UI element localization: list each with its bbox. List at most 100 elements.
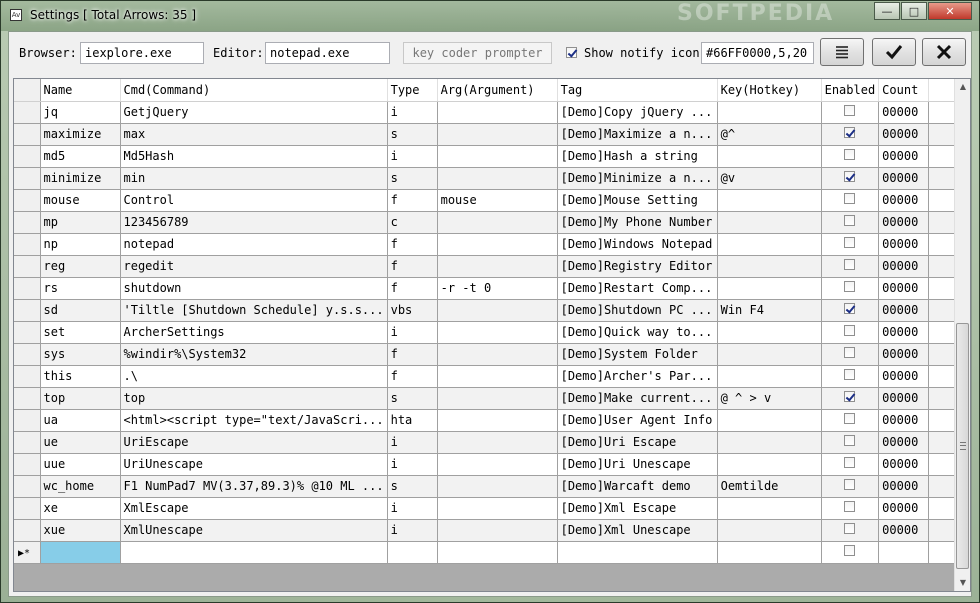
column-header-enabled[interactable]: Enabled bbox=[821, 79, 880, 102]
cell-cmd[interactable]: XmlEscape bbox=[120, 497, 388, 520]
cell-count[interactable]: 00000 bbox=[878, 233, 930, 256]
cell-name[interactable]: md5 bbox=[40, 145, 121, 168]
cell-count[interactable]: 00000 bbox=[878, 519, 930, 542]
table-row[interactable]: minimize min s [Demo]Minimize a n... @v 00000 bbox=[14, 167, 964, 190]
enabled-checkbox[interactable] bbox=[844, 501, 856, 512]
cell-name[interactable]: minimize bbox=[40, 167, 121, 190]
table-row[interactable]: np notepad f [Demo]Windows Notepad 00000 bbox=[14, 233, 964, 256]
table-row[interactable]: uue UriUnescape i [Demo]Uri Unescape 00000 bbox=[14, 453, 964, 476]
cell-type[interactable]: f bbox=[387, 255, 438, 278]
cell-tag[interactable]: [Demo]Mouse Setting bbox=[557, 189, 718, 212]
cell-count[interactable]: 00000 bbox=[878, 387, 930, 410]
editor-input[interactable]: notepad.exe bbox=[265, 42, 390, 64]
scroll-thumb[interactable] bbox=[956, 323, 969, 569]
row-header[interactable] bbox=[14, 233, 41, 256]
cell-key[interactable] bbox=[717, 453, 822, 476]
cell-arg[interactable] bbox=[437, 409, 558, 432]
cell-count[interactable]: 00000 bbox=[878, 101, 930, 124]
enabled-checkbox[interactable] bbox=[844, 435, 856, 446]
row-header[interactable] bbox=[14, 343, 41, 366]
cell-key[interactable] bbox=[717, 145, 822, 168]
cell-arg[interactable] bbox=[437, 145, 558, 168]
new-row-name-cell[interactable] bbox=[40, 541, 121, 564]
cell-tag[interactable]: [Demo]Warcaft demo bbox=[557, 475, 718, 498]
enabled-checkbox[interactable] bbox=[844, 457, 856, 468]
table-row[interactable]: xue XmlUnescape i [Demo]Xml Unescape 00000 bbox=[14, 519, 964, 542]
minimize-button[interactable]: — bbox=[874, 2, 900, 20]
cell-arg[interactable] bbox=[437, 233, 558, 256]
cell-type[interactable]: i bbox=[387, 519, 438, 542]
row-header[interactable] bbox=[14, 431, 41, 454]
cell-count[interactable]: 00000 bbox=[878, 475, 930, 498]
new-row-cell[interactable] bbox=[120, 541, 388, 564]
cell-count[interactable]: 00000 bbox=[878, 299, 930, 322]
cell-tag[interactable]: [Demo]Quick way to... bbox=[557, 321, 718, 344]
table-row[interactable]: jq GetjQuery i [Demo]Copy jQuery ... 00000 bbox=[14, 101, 964, 124]
column-header-cmd[interactable]: Cmd(Command) bbox=[120, 79, 388, 102]
table-row[interactable]: xe XmlEscape i [Demo]Xml Escape 00000 bbox=[14, 497, 964, 520]
cell-arg[interactable] bbox=[437, 497, 558, 520]
cell-arg[interactable] bbox=[437, 123, 558, 146]
cell-type[interactable]: i bbox=[387, 321, 438, 344]
column-header-key[interactable]: Key(Hotkey) bbox=[717, 79, 822, 102]
cell-count[interactable]: 00000 bbox=[878, 255, 930, 278]
table-row[interactable]: ue UriEscape i [Demo]Uri Escape 00000 bbox=[14, 431, 964, 454]
cell-tag[interactable]: [Demo]Maximize a n... bbox=[557, 123, 718, 146]
table-row[interactable]: maximize max s [Demo]Maximize a n... @^ 00000 bbox=[14, 123, 964, 146]
cell-tag[interactable]: [Demo]Registry Editor bbox=[557, 255, 718, 278]
cell-cmd[interactable]: Md5Hash bbox=[120, 145, 388, 168]
cell-cmd[interactable]: GetjQuery bbox=[120, 101, 388, 124]
show-notify-checkbox[interactable] bbox=[566, 47, 577, 58]
cell-key[interactable]: @ ^ > v bbox=[717, 387, 822, 410]
cell-count[interactable]: 00000 bbox=[878, 343, 930, 366]
enabled-checkbox[interactable] bbox=[844, 281, 856, 292]
cell-name[interactable]: np bbox=[40, 233, 121, 256]
cell-count[interactable]: 00000 bbox=[878, 167, 930, 190]
new-row-cell[interactable] bbox=[437, 541, 558, 564]
cell-tag[interactable]: [Demo]My Phone Number bbox=[557, 211, 718, 234]
table-row[interactable]: set ArcherSettings i [Demo]Quick way to... 0… bbox=[14, 321, 964, 344]
row-header[interactable] bbox=[14, 123, 41, 146]
new-row-cell[interactable] bbox=[557, 541, 718, 564]
vertical-scrollbar[interactable]: ▲ ▼ bbox=[954, 79, 970, 591]
column-header-arg[interactable]: Arg(Argument) bbox=[437, 79, 558, 102]
cell-type[interactable]: i bbox=[387, 101, 438, 124]
table-row[interactable]: rs shutdown f -r -t 0 [Demo]Restart Comp... 0… bbox=[14, 277, 964, 300]
enabled-checkbox[interactable] bbox=[844, 215, 856, 226]
cell-tag[interactable]: [Demo]Copy jQuery ... bbox=[557, 101, 718, 124]
cell-type[interactable]: s bbox=[387, 387, 438, 410]
browser-input[interactable]: iexplore.exe bbox=[80, 42, 204, 64]
row-header[interactable] bbox=[14, 475, 41, 498]
column-header-name[interactable]: Name bbox=[40, 79, 121, 102]
cell-key[interactable]: Win F4 bbox=[717, 299, 822, 322]
cell-type[interactable]: hta bbox=[387, 409, 438, 432]
cell-tag[interactable]: [Demo]Make current... bbox=[557, 387, 718, 410]
enabled-checkbox[interactable] bbox=[844, 127, 856, 138]
cell-name[interactable]: maximize bbox=[40, 123, 121, 146]
cell-tag[interactable]: [Demo]Restart Comp... bbox=[557, 277, 718, 300]
cell-name[interactable]: rs bbox=[40, 277, 121, 300]
row-header[interactable] bbox=[14, 145, 41, 168]
cell-tag[interactable]: [Demo]Xml Unescape bbox=[557, 519, 718, 542]
cell-count[interactable]: 00000 bbox=[878, 123, 930, 146]
cell-name[interactable]: ue bbox=[40, 431, 121, 454]
cell-cmd[interactable]: 123456789 bbox=[120, 211, 388, 234]
table-row[interactable]: md5 Md5Hash i [Demo]Hash a string 00000 bbox=[14, 145, 964, 168]
cell-cmd[interactable]: %windir%\System32 bbox=[120, 343, 388, 366]
cell-key[interactable] bbox=[717, 497, 822, 520]
cell-count[interactable]: 00000 bbox=[878, 365, 930, 388]
cell-cmd[interactable]: <html><script type="text/JavaScri... bbox=[120, 409, 388, 432]
cell-cmd[interactable]: top bbox=[120, 387, 388, 410]
cell-type[interactable]: f bbox=[387, 189, 438, 212]
enabled-checkbox[interactable] bbox=[844, 523, 856, 534]
cell-count[interactable]: 00000 bbox=[878, 277, 930, 300]
enabled-checkbox[interactable] bbox=[844, 413, 856, 424]
table-row[interactable]: ua <html><script type="text/JavaScri... ht… bbox=[14, 409, 964, 432]
cell-tag[interactable]: [Demo]System Folder bbox=[557, 343, 718, 366]
table-row[interactable]: mouse Control f mouse [Demo]Mouse Setting 000… bbox=[14, 189, 964, 212]
enabled-checkbox[interactable] bbox=[844, 545, 856, 556]
cell-arg[interactable]: -r -t 0 bbox=[437, 277, 558, 300]
new-row-cell[interactable] bbox=[387, 541, 438, 564]
cell-key[interactable] bbox=[717, 343, 822, 366]
cell-key[interactable] bbox=[717, 321, 822, 344]
